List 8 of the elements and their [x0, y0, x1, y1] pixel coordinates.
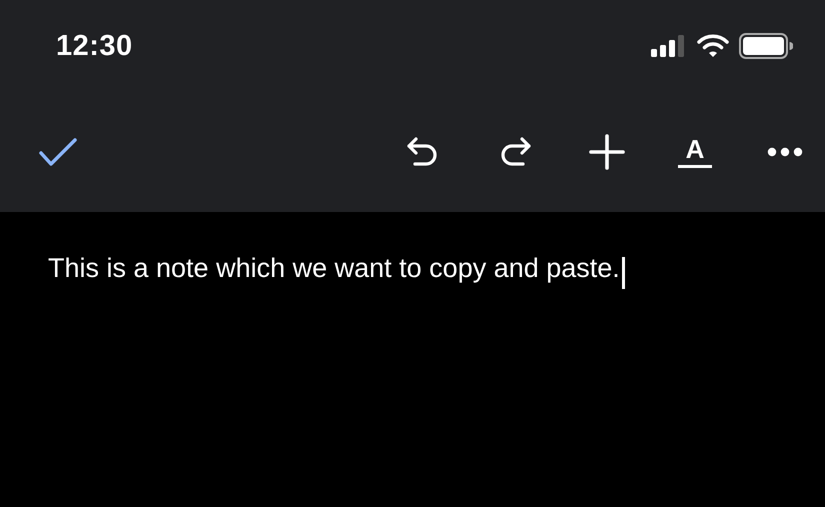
- signal-icon: [651, 35, 687, 57]
- add-icon[interactable]: [587, 132, 627, 172]
- status-time: 12:30: [56, 30, 133, 62]
- text-cursor: [622, 256, 625, 289]
- wifi-icon: [697, 34, 729, 58]
- text-format-button[interactable]: A: [677, 132, 713, 172]
- battery-icon: [739, 33, 793, 59]
- note-text: This is a note which we want to copy and paste.: [48, 253, 620, 283]
